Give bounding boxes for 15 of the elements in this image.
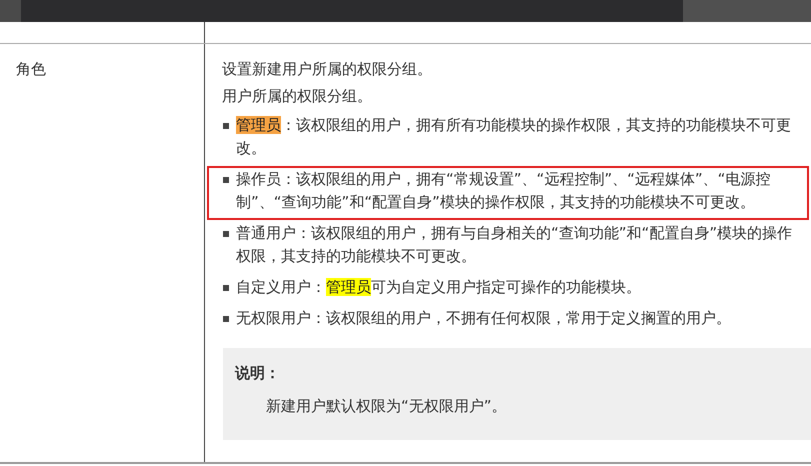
description-text: 设置新建用户所属的权限分组。 — [222, 59, 433, 80]
bullet-icon — [223, 123, 229, 129]
list-item-text: 自定义用户：管理员可为自定义用户指定可操作的功能模块。 — [236, 277, 642, 298]
note-text: 新建用户默认权限为“无权限用户”。 — [265, 396, 508, 417]
bullet-icon — [223, 285, 229, 291]
bullet-icon — [223, 231, 229, 237]
list-item-text: 操作员：该权限组的用户，拥有“常规设置”、“远程控制”、“远程媒体”、“电源控制”、“查询功能”和“配置自身”模块的操作权限，其支持的功能模块不可更改。 — [236, 169, 772, 213]
list-item-text: 普通用户：该权限组的用户，拥有与自身相关的“查询功能”和“配置自身”模块的操作权限，其支持的功能模块不可更改。 — [236, 223, 794, 267]
description-text: 用户所属的权限分组。 — [222, 86, 373, 107]
note-title: 说明： — [235, 363, 281, 384]
bullet-icon — [223, 316, 229, 322]
bullet-icon — [223, 177, 229, 183]
row-label: 角色 — [16, 60, 46, 78]
list-item-text: 管理员：该权限组的用户，拥有所有功能模块的操作权限，其支持的功能模块不可更改。 — [236, 115, 792, 159]
list-item-text: 无权限用户：该权限组的用户，不拥有任何权限，常用于定义搁置的用户。 — [236, 308, 732, 329]
